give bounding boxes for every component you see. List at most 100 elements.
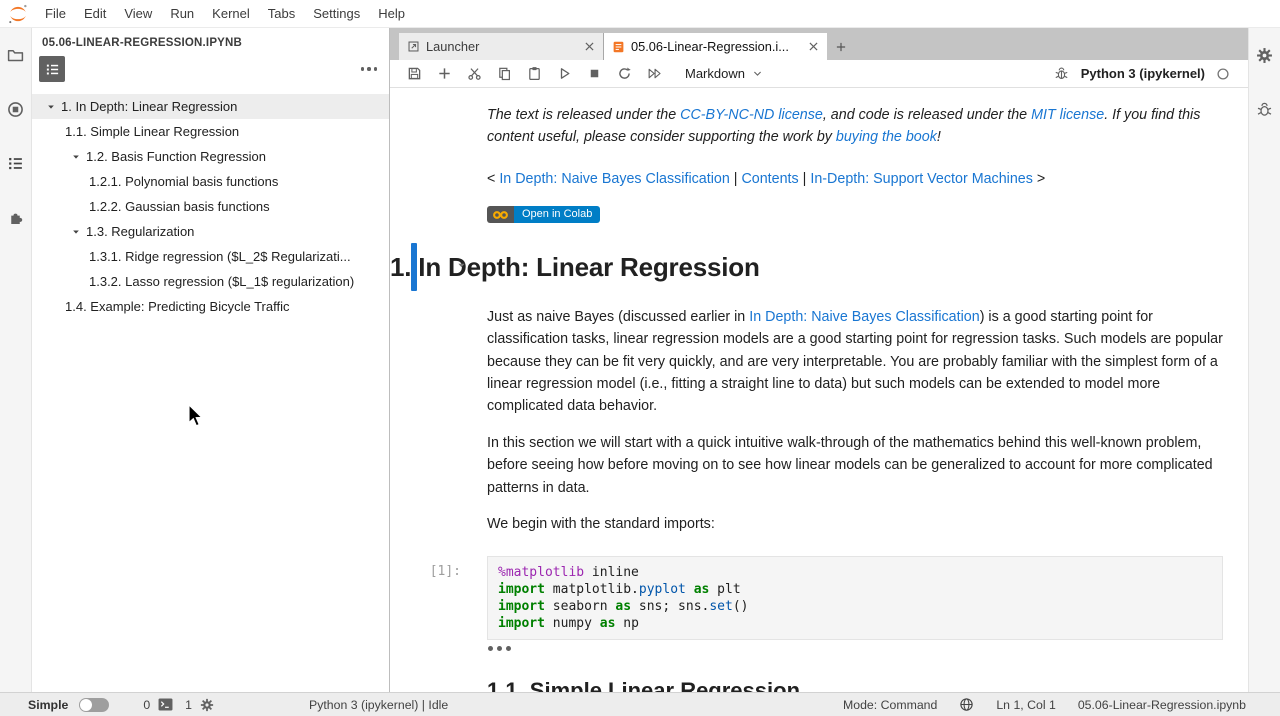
code-cell[interactable]: [1]: %matplotlib inlineimport matplotlib… (390, 556, 1248, 640)
simple-mode-toggle[interactable] (79, 698, 109, 712)
tab-notebook[interactable]: 05.06-Linear-Regression.i... (604, 33, 827, 60)
markdown-link[interactable]: Contents (741, 171, 798, 187)
menu-edit[interactable]: Edit (75, 6, 115, 21)
markdown-link[interactable]: In-Depth: Support Vector Machines (810, 171, 1033, 187)
heading-cell-active[interactable]: 1. In Depth: Linear Regression (390, 241, 1248, 293)
close-icon[interactable] (807, 41, 819, 53)
toc-item[interactable]: 1.3. Regularization (32, 219, 389, 244)
heading-collapse-icon[interactable] (456, 258, 467, 276)
statusbar: Simple 0 1 Python 3 (ipykernel) | Idle (0, 692, 1280, 716)
extensions-puzzle-icon[interactable] (7, 209, 24, 226)
notebook-toolbar: Markdown (390, 60, 1248, 88)
toc-item[interactable]: 1. In Depth: Linear Regression (32, 94, 389, 119)
toc-item-label: 1.2. Basis Function Regression (86, 149, 266, 164)
new-tab-button[interactable] (827, 33, 855, 60)
simple-mode-label: Simple (28, 698, 68, 712)
cell-collapser-bar[interactable] (411, 243, 417, 291)
menu-view[interactable]: View (115, 6, 161, 21)
restart-kernel-button[interactable] (616, 66, 632, 82)
more-commands-ellipsis-icon[interactable] (359, 63, 380, 75)
cell-type-dropdown[interactable]: Markdown (685, 66, 763, 81)
toggle-knob (80, 699, 92, 711)
paragraph: In this section we will start with a qui… (487, 432, 1223, 499)
menu-settings[interactable]: Settings (304, 6, 369, 21)
code-editor[interactable]: %matplotlib inlineimport matplotlib.pypl… (487, 556, 1223, 640)
running-sessions-status[interactable]: 0 1 (143, 698, 214, 712)
chevron-down-icon[interactable] (71, 227, 83, 237)
markdown-link[interactable]: CC-BY-NC-ND license (680, 107, 823, 123)
kernel-sessions-icon (200, 698, 214, 712)
toc-item[interactable]: 1.1. Simple Linear Regression (32, 119, 389, 144)
save-button[interactable] (406, 66, 422, 82)
globe-icon[interactable] (959, 697, 974, 712)
heading-cell[interactable]: 1.1. Simple Linear Regression (390, 678, 1248, 692)
markdown-cell[interactable]: Just as naive Bayes (discussed earlier i… (390, 306, 1248, 536)
paste-cell-button[interactable] (526, 66, 542, 82)
markdown-link[interactable]: buying the book (836, 129, 937, 145)
cell-type-value: Markdown (685, 66, 745, 81)
execution-count: [1]: (390, 564, 474, 579)
toc-item[interactable]: 1.3.2. Lasso regression ($L_1$ regulariz… (32, 269, 389, 294)
markdown-cell[interactable]: < In Depth: Naive Bayes Classification |… (390, 168, 1248, 190)
chevron-down-icon[interactable] (71, 152, 83, 162)
toc-item-label: 1.3. Regularization (86, 224, 194, 239)
kernels-count: 1 (185, 698, 192, 712)
table-of-contents-icon[interactable] (7, 155, 24, 172)
menu-file[interactable]: File (36, 6, 75, 21)
menu-help[interactable]: Help (369, 6, 414, 21)
markdown-link[interactable]: In Depth: Naive Bayes Classification (499, 171, 729, 187)
cursor-position[interactable]: Ln 1, Col 1 (996, 698, 1055, 712)
terminal-icon (158, 698, 173, 711)
toc-item-label: 1.2.2. Gaussian basis functions (89, 199, 270, 214)
running-sessions-icon[interactable] (7, 101, 24, 118)
plus-icon (835, 41, 847, 53)
toc-item-label: 1.3.2. Lasso regression ($L_1$ regulariz… (89, 274, 354, 289)
notebook-icon (612, 40, 625, 54)
chevron-down-icon[interactable] (46, 102, 58, 112)
toc-item[interactable]: 1.2.2. Gaussian basis functions (32, 194, 389, 219)
menubar: File Edit View Run Kernel Tabs Settings … (0, 0, 1280, 28)
launcher-icon (407, 40, 420, 53)
markdown-link[interactable]: MIT license (1031, 107, 1104, 123)
toc-item-label: 1.4. Example: Predicting Bicycle Traffic (65, 299, 289, 314)
toc-numbering-button[interactable] (39, 56, 65, 82)
tabbar: Launcher 05.06-Linear-Regression.i... (390, 28, 1248, 60)
debugger-bug-icon[interactable] (1054, 66, 1070, 82)
kernel-status-text[interactable]: Python 3 (ipykernel) | Idle (309, 698, 448, 712)
toc-item[interactable]: 1.2. Basis Function Regression (32, 144, 389, 169)
cut-cell-button[interactable] (466, 66, 482, 82)
copy-cell-button[interactable] (496, 66, 512, 82)
terminals-count: 0 (143, 698, 150, 712)
toc-list-icon (45, 62, 60, 77)
close-icon[interactable] (583, 41, 595, 53)
collapsed-output-button[interactable] (390, 646, 1248, 651)
jupyterlab-window: File Edit View Run Kernel Tabs Settings … (0, 0, 1280, 716)
section-heading-2: 1.1. Simple Linear Regression (487, 678, 1223, 692)
main-area: Launcher 05.06-Linear-Regression.i... (390, 28, 1248, 692)
add-cell-button[interactable] (436, 66, 452, 82)
markdown-link[interactable]: In Depth: Naive Bayes Classification (749, 309, 979, 325)
property-inspector-gear-icon[interactable] (1256, 47, 1273, 64)
toc-item-label: 1.3.1. Ridge regression ($L_2$ Regulariz… (89, 249, 351, 264)
toc-item[interactable]: 1.4. Example: Predicting Bicycle Traffic (32, 294, 389, 319)
kernel-status-icon (1216, 67, 1230, 81)
restart-run-all-button[interactable] (646, 66, 662, 82)
tab-launcher[interactable]: Launcher (399, 33, 604, 60)
debugger-bug-icon[interactable] (1256, 101, 1273, 118)
statusbar-filename: 05.06-Linear-Regression.ipynb (1078, 698, 1246, 712)
menu-run[interactable]: Run (161, 6, 203, 21)
stop-kernel-button[interactable] (586, 66, 602, 82)
open-in-colab-badge[interactable]: Open in Colab (487, 206, 600, 223)
kernel-name[interactable]: Python 3 (ipykernel) (1081, 66, 1205, 81)
menu-tabs[interactable]: Tabs (259, 6, 304, 21)
menu-kernel[interactable]: Kernel (203, 6, 259, 21)
run-cell-button[interactable] (556, 66, 572, 82)
toc-item-label: 1. In Depth: Linear Regression (61, 99, 237, 114)
toc-item[interactable]: 1.3.1. Ridge regression ($L_2$ Regulariz… (32, 244, 389, 269)
toc-item[interactable]: 1.2.1. Polynomial basis functions (32, 169, 389, 194)
markdown-cell[interactable]: Open in Colab (390, 206, 1248, 225)
markdown-cell[interactable]: The text is released under the CC-BY-NC-… (390, 104, 1248, 149)
toc-panel-title: 05.06-LINEAR-REGRESSION.IPYNB (32, 28, 389, 52)
folder-icon[interactable] (7, 47, 24, 64)
book-nav-links: < In Depth: Naive Bayes Classification |… (487, 168, 1223, 190)
